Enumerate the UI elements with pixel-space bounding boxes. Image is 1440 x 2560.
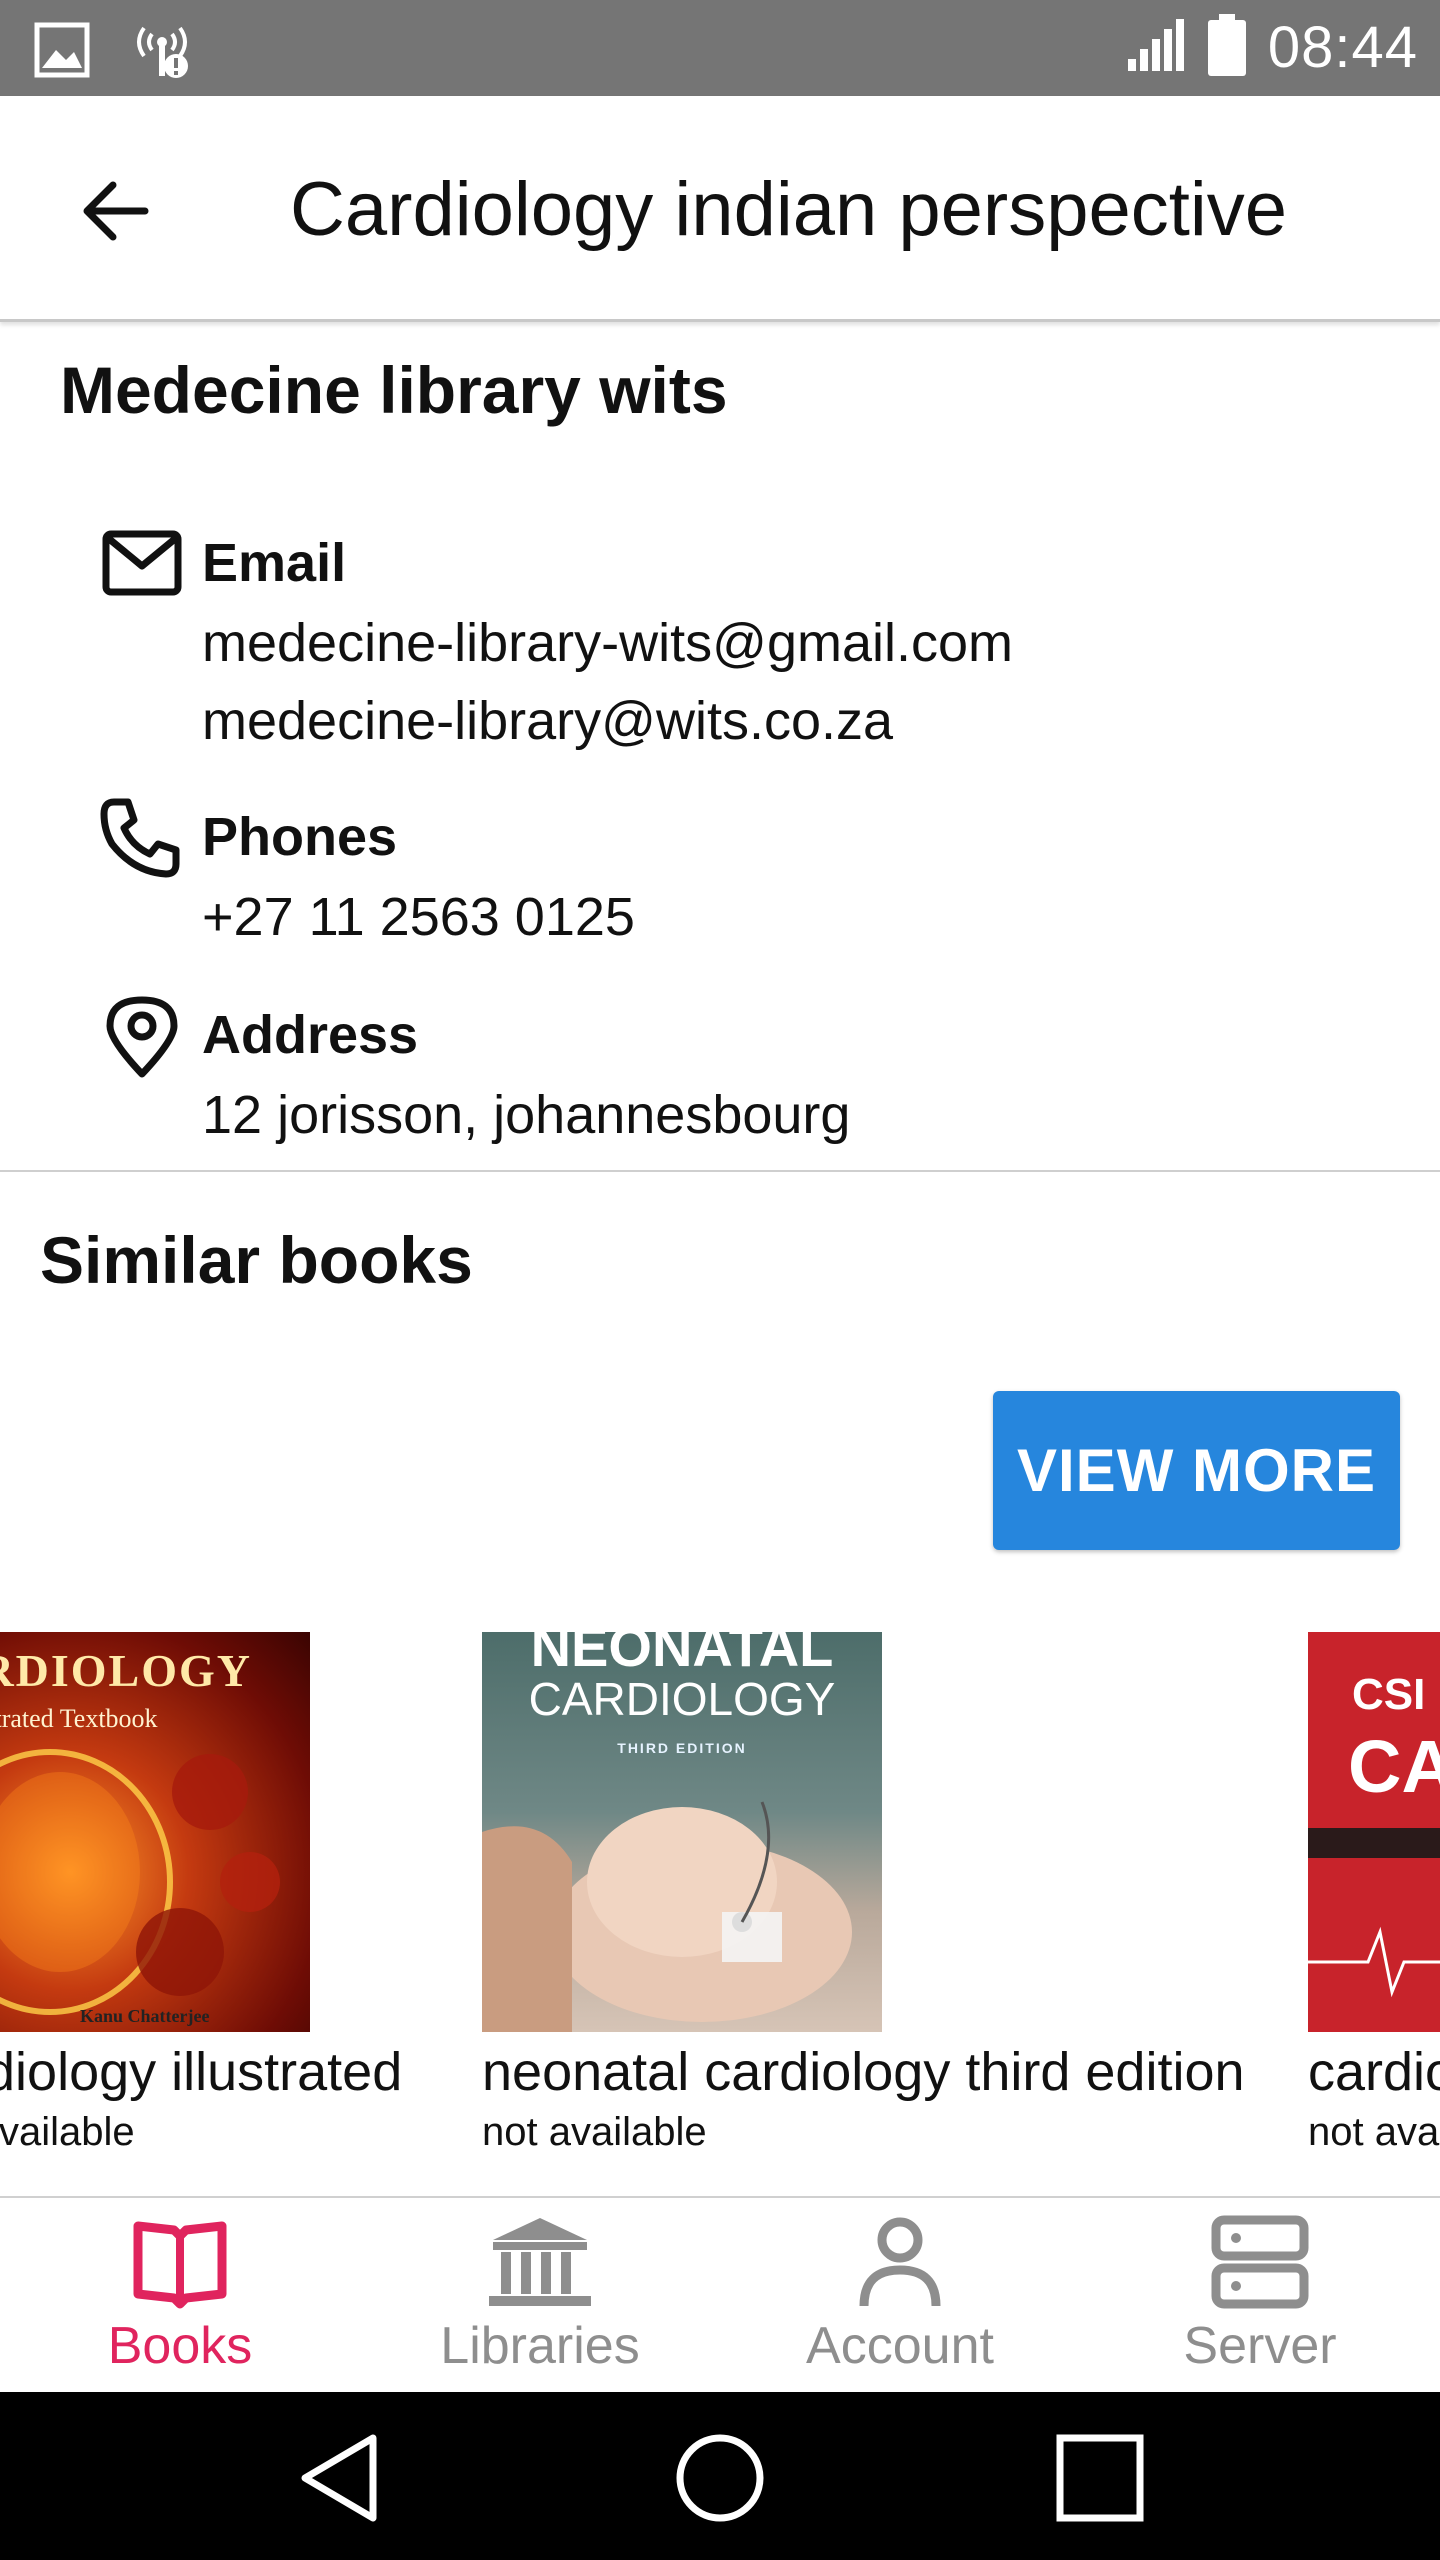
phones-section: Phones +27 11 2563 0125 bbox=[100, 796, 635, 956]
book-cover[interactable]: CARDIOLOGY An Illustrated Textbook Kanu … bbox=[0, 1632, 310, 2032]
image-notification-icon bbox=[34, 22, 90, 83]
address-section: Address 12 jorisson, johannesbourg bbox=[100, 994, 850, 1154]
battery-icon bbox=[1207, 14, 1246, 81]
nav-label: Books bbox=[107, 2317, 253, 2375]
nav-server[interactable]: Server bbox=[1080, 2198, 1440, 2392]
cover-subtitle: CARDIOLOGY bbox=[528, 1673, 836, 1725]
nav-books[interactable]: Books bbox=[0, 2198, 360, 2392]
book-title: cardiology illustrated bbox=[0, 2042, 403, 2102]
cover-title: CARDIOLOGY bbox=[0, 1645, 253, 1696]
book-cover[interactable]: CSI CAR bbox=[1308, 1632, 1440, 2032]
email-section: Email medecine-library-wits@gmail.com me… bbox=[100, 522, 1013, 760]
system-recents-button[interactable] bbox=[1050, 2428, 1150, 2528]
system-home-button[interactable] bbox=[670, 2428, 770, 2528]
clock: 08:44 bbox=[1267, 15, 1418, 80]
status-bar: 08:44 bbox=[0, 0, 1440, 96]
library-name: Medecine library wits bbox=[60, 353, 728, 427]
app-bar: Cardiology indian perspective bbox=[0, 96, 1440, 322]
book-status: not available bbox=[482, 2110, 707, 2152]
page-title: Cardiology indian perspective bbox=[290, 167, 1288, 252]
book-cover[interactable]: NEONATAL CARDIOLOGY THIRD EDITION bbox=[482, 1632, 882, 2032]
cover-title: CSI bbox=[1352, 1670, 1426, 1719]
book-title: neonatal cardiology third edition bbox=[482, 2042, 1245, 2102]
square-recents-icon bbox=[1056, 2434, 1144, 2522]
nav-label: Account bbox=[806, 2317, 994, 2375]
system-navigation-bar bbox=[0, 2392, 1440, 2560]
phones-label: Phones bbox=[202, 807, 398, 867]
cover-edition: THIRD EDITION bbox=[617, 1740, 747, 1756]
arrow-back-icon bbox=[83, 181, 149, 241]
divider bbox=[0, 1170, 1440, 1172]
triangle-back-icon bbox=[301, 2434, 377, 2522]
email-value[interactable]: medecine-library-wits@gmail.com bbox=[202, 604, 1013, 682]
signal-icon bbox=[1126, 17, 1186, 78]
system-back-button[interactable] bbox=[290, 2428, 390, 2528]
similar-books-carousel[interactable]: CARDIOLOGY An Illustrated Textbook Kanu … bbox=[0, 1632, 1440, 2152]
location-pin-icon bbox=[100, 994, 184, 1078]
nav-label: Server bbox=[1183, 2317, 1337, 2375]
book-status: not available bbox=[0, 2110, 135, 2152]
cover-author: Kanu Chatterjee bbox=[80, 2006, 210, 2026]
hotspot-icon bbox=[130, 20, 194, 85]
mail-icon bbox=[100, 522, 184, 606]
book-card[interactable]: NEONATAL CARDIOLOGY THIRD EDITION neonat… bbox=[482, 1632, 1282, 2152]
book-status: not available bbox=[1308, 2110, 1440, 2152]
cover-subtitle: An Illustrated Textbook bbox=[0, 1704, 158, 1733]
email-value[interactable]: medecine-library@wits.co.za bbox=[202, 682, 1013, 760]
person-icon bbox=[859, 2217, 941, 2307]
book-card[interactable]: CSI CAR cardiology not available bbox=[1308, 1632, 1440, 2152]
phone-icon bbox=[100, 796, 184, 880]
phone-value[interactable]: +27 11 2563 0125 bbox=[202, 878, 635, 956]
address-value: 12 jorisson, johannesbourg bbox=[202, 1085, 851, 1145]
back-button[interactable] bbox=[60, 156, 170, 266]
book-card[interactable]: CARDIOLOGY An Illustrated Textbook Kanu … bbox=[0, 1632, 410, 2152]
nav-label: Libraries bbox=[440, 2317, 640, 2375]
similar-books-heading: Similar books bbox=[40, 1223, 473, 1297]
address-label: Address bbox=[202, 1005, 419, 1065]
circle-home-icon bbox=[676, 2434, 764, 2522]
view-more-button[interactable]: VIEW MORE bbox=[993, 1391, 1400, 1550]
email-label: Email bbox=[202, 533, 347, 593]
cover-subtitle: CAR bbox=[1348, 1725, 1440, 1808]
server-icon bbox=[1211, 2215, 1309, 2309]
book-open-icon bbox=[133, 2221, 227, 2309]
book-title: cardiology bbox=[1308, 2042, 1440, 2102]
library-building-icon bbox=[489, 2218, 591, 2306]
bottom-navigation: Books Libraries Account Server bbox=[0, 2196, 1440, 2392]
nav-libraries[interactable]: Libraries bbox=[360, 2198, 720, 2392]
nav-account[interactable]: Account bbox=[720, 2198, 1080, 2392]
